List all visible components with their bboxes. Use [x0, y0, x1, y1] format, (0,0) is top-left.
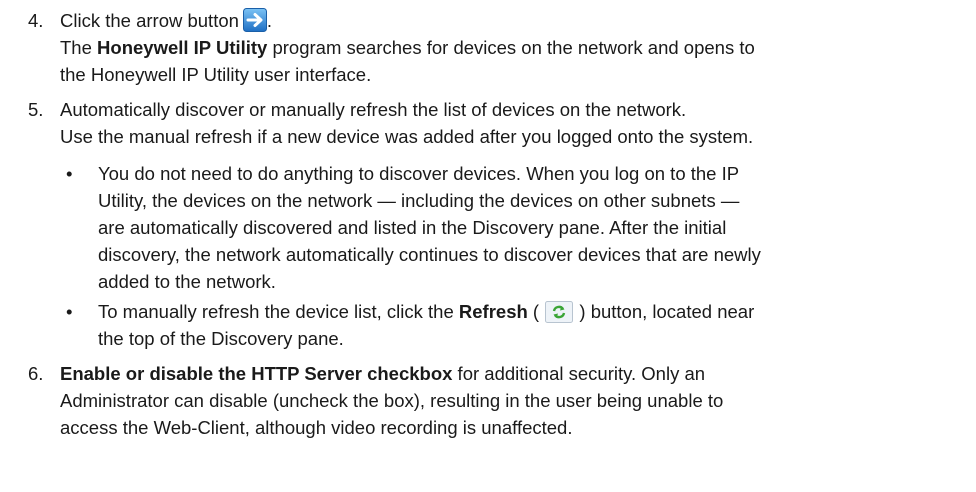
arrow-right-icon — [242, 8, 267, 32]
bullet-line: the top of the Discovery pane. — [98, 328, 344, 349]
refresh-icon — [545, 301, 574, 323]
text-segment: ( — [527, 301, 545, 322]
bullet-line: added to the network. — [98, 271, 276, 292]
bullet-body: To manually refresh the device list, cli… — [98, 298, 958, 352]
text-segment: program searches for devices on the netw… — [267, 37, 755, 58]
step-6-body: Enable or disable the HTTP Server checkb… — [60, 360, 965, 441]
text-segment: To manually refresh the device list, cli… — [98, 301, 459, 322]
step-number: 6. — [28, 363, 44, 384]
refresh-label: Refresh — [458, 301, 528, 322]
step-6-line-3: access the Web-Client, although video re… — [60, 417, 573, 438]
step-5-body: Automatically discover or manually refre… — [60, 96, 965, 150]
bullet-line: To manually refresh the device list, cli… — [98, 298, 958, 325]
text-segment: The — [60, 37, 98, 58]
step-4-period: . — [266, 10, 273, 31]
step-4-text: Click the arrow button — [60, 10, 239, 31]
http-server-checkbox-label: Enable or disable the HTTP Server checkb… — [60, 363, 453, 384]
step-6-line-2: Administrator can disable (uncheck the b… — [60, 390, 724, 411]
program-name: Honeywell IP Utility — [97, 37, 268, 58]
step-4-line-2: The Honeywell IP Utility program searche… — [60, 34, 965, 61]
text-segment: for additional security. Only an — [452, 363, 706, 384]
step-5-line-2: Use the manual refresh if a new device w… — [60, 126, 754, 147]
bullet-icon: • — [66, 163, 73, 184]
bullet-line: are automatically discovered and listed … — [98, 217, 727, 238]
bullet-line: discovery, the network automatically con… — [98, 244, 761, 265]
bullet-icon: • — [66, 301, 73, 322]
bullet-line: You do not need to do anything to discov… — [98, 163, 740, 184]
step-number: 5. — [28, 99, 44, 120]
step-4-line-3: the Honeywell IP Utility user interface. — [60, 64, 372, 85]
step-4-line-1: Click the arrow button. — [60, 7, 965, 34]
bullet-line: Utility, the devices on the network — in… — [98, 190, 740, 211]
document-page: 4. Click the arrow button. The Honeywell… — [0, 0, 976, 492]
step-5-line-1: Automatically discover or manually refre… — [60, 99, 687, 120]
step-4-body: Click the arrow button. The Honeywell IP… — [60, 7, 965, 88]
step-number: 4. — [28, 10, 44, 31]
text-segment: ) button, located near — [574, 301, 755, 322]
bullet-body: You do not need to do anything to discov… — [98, 160, 958, 295]
step-6-line-1: Enable or disable the HTTP Server checkb… — [60, 360, 965, 387]
